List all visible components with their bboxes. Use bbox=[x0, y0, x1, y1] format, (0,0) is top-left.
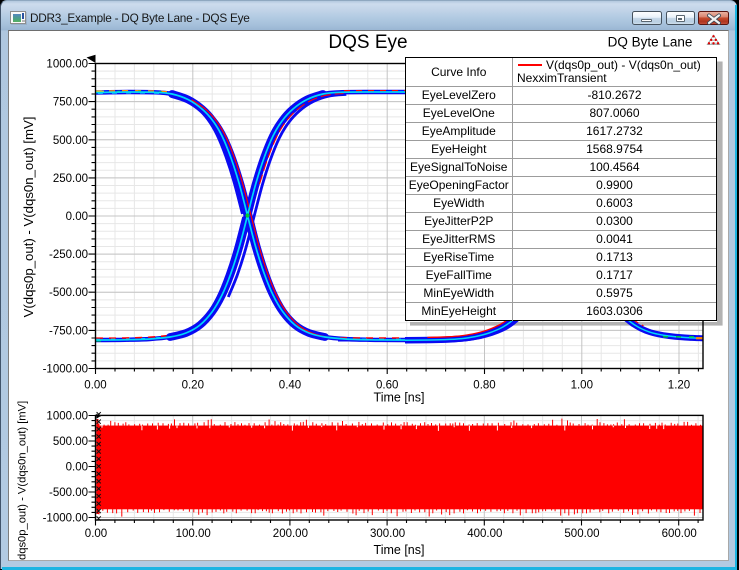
svg-text:0.20: 0.20 bbox=[182, 380, 204, 392]
svg-text:100.00: 100.00 bbox=[176, 528, 211, 540]
svg-text:-250.00: -250.00 bbox=[49, 249, 88, 261]
svg-text:500.00: 500.00 bbox=[564, 528, 599, 540]
svg-text:-500.00: -500.00 bbox=[49, 287, 88, 299]
svg-text:0.00: 0.00 bbox=[66, 211, 88, 223]
svg-text:300.00: 300.00 bbox=[370, 528, 405, 540]
svg-text:1.20: 1.20 bbox=[668, 380, 690, 392]
svg-text:1000.00: 1000.00 bbox=[46, 411, 88, 423]
svg-text:-1000.00: -1000.00 bbox=[43, 364, 88, 376]
svg-text:200.00: 200.00 bbox=[273, 528, 308, 540]
svg-text:Time [ns]: Time [ns] bbox=[374, 391, 425, 405]
svg-text:1000.00: 1000.00 bbox=[46, 59, 88, 71]
svg-text:-750.00: -750.00 bbox=[49, 325, 88, 337]
svg-text:0.00: 0.00 bbox=[85, 528, 107, 540]
svg-text:Time [ns]: Time [ns] bbox=[374, 543, 425, 557]
svg-text:750.00: 750.00 bbox=[53, 97, 88, 109]
svg-text:0.00: 0.00 bbox=[66, 462, 88, 474]
svg-text:V(dqs0p_out) - V(dqs0n_out) [m: V(dqs0p_out) - V(dqs0n_out) [mV] bbox=[17, 401, 29, 560]
svg-text:250.00: 250.00 bbox=[53, 173, 88, 185]
svg-text:500.00: 500.00 bbox=[53, 135, 88, 147]
svg-text:-1000.00: -1000.00 bbox=[43, 513, 88, 525]
svg-text:0.40: 0.40 bbox=[279, 380, 301, 392]
svg-text:DQ Byte Lane: DQ Byte Lane bbox=[608, 35, 693, 50]
svg-text:-500.00: -500.00 bbox=[49, 487, 88, 499]
svg-text:1.00: 1.00 bbox=[571, 380, 593, 392]
svg-text:600.00: 600.00 bbox=[662, 528, 697, 540]
svg-text:0.80: 0.80 bbox=[473, 380, 495, 392]
svg-text:0.00: 0.00 bbox=[84, 380, 106, 392]
svg-text:V(dqs0p_out) - V(dqs0n_out) [m: V(dqs0p_out) - V(dqs0n_out) [mV] bbox=[21, 117, 36, 318]
svg-text:DQS Eye: DQS Eye bbox=[328, 32, 407, 53]
svg-text:400.00: 400.00 bbox=[467, 528, 502, 540]
svg-text:500.00: 500.00 bbox=[53, 436, 88, 448]
